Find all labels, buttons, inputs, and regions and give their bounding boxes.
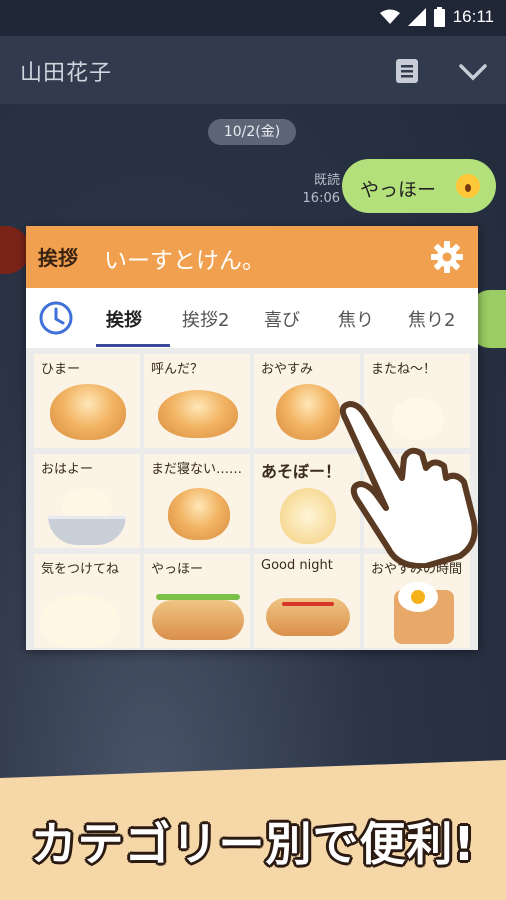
sticker-caption: Good night [261, 558, 333, 573]
chevron-down-icon[interactable] [458, 56, 488, 86]
tab-greeting-2[interactable]: 挨拶2 [182, 306, 229, 332]
sticker-item[interactable]: Good night [254, 554, 360, 648]
message-meta: 既読 16:06 [300, 172, 340, 208]
status-bar: 16:11 [0, 0, 506, 36]
sticker-item[interactable]: おやすみの時間 [364, 554, 470, 648]
active-tab-indicator [96, 344, 170, 347]
bread-dog-illustration [50, 384, 126, 440]
sticker-item[interactable]: ひまー [34, 354, 140, 448]
chat-header: 山田花子 [0, 36, 506, 104]
bread-dog-illustration [40, 594, 120, 648]
gear-icon[interactable] [430, 240, 464, 274]
sticker-caption: おはよー [41, 462, 94, 477]
clock-icon[interactable] [38, 300, 74, 336]
sticker-item[interactable]: 気をつけてね [34, 554, 140, 648]
bread-dog-illustration [158, 390, 238, 438]
signal-icon [407, 8, 426, 26]
date-separator: 10/2(金) [208, 119, 296, 145]
sticker-caption: おやすみ [261, 362, 314, 377]
sticker-set-title: いーすとけん。 [104, 248, 265, 274]
tab-greeting[interactable]: 挨拶 [106, 306, 142, 332]
promo-banner-text: カテゴリー別で便利! [30, 817, 476, 871]
message-time: 16:06 [302, 191, 340, 206]
notes-icon[interactable] [392, 56, 422, 86]
bread-dog-illustration [168, 488, 230, 540]
tab-joy[interactable]: 喜び [264, 306, 300, 332]
contact-name: 山田花子 [20, 61, 113, 86]
hotdog-illustration [152, 600, 244, 640]
outgoing-message-bubble[interactable]: やっほー [342, 159, 496, 213]
category-tabs: 挨拶 挨拶2 喜び 焦り 焦り2 [26, 288, 478, 349]
battery-icon [433, 7, 445, 27]
sticker-item[interactable]: おはよー [34, 454, 140, 548]
emoji-icon [456, 174, 480, 198]
sticker-caption: 呼んだ？ [151, 362, 204, 377]
sticker-caption: 気をつけてね [41, 562, 120, 577]
sticker-caption: ひまー [41, 362, 81, 377]
tab-panic-2[interactable]: 焦り2 [408, 306, 455, 332]
sticker-item[interactable]: 呼んだ？ [144, 354, 250, 448]
message-text: やっほー [360, 179, 437, 201]
sticker-caption: やっほー [151, 562, 204, 577]
status-time: 16:11 [452, 7, 494, 26]
wifi-icon [379, 9, 400, 24]
current-category-label: 挨拶 [38, 246, 78, 270]
sticker-item[interactable]: やっほー [144, 554, 250, 648]
sticker-item[interactable]: まだ寝ない…… [144, 454, 250, 548]
egg-yolk-illustration [411, 590, 425, 604]
bowl-illustration [48, 516, 126, 545]
pointing-hand-icon [339, 401, 478, 568]
sticker-panel-header: 挨拶 いーすとけん。 [26, 226, 478, 288]
sticker-caption: まだ寝ない…… [151, 462, 243, 477]
tab-panic[interactable]: 焦り [338, 306, 374, 332]
read-receipt: 既読 [313, 173, 340, 188]
sticker-caption: またね～！ [371, 362, 437, 377]
sauce-illustration [282, 602, 334, 606]
